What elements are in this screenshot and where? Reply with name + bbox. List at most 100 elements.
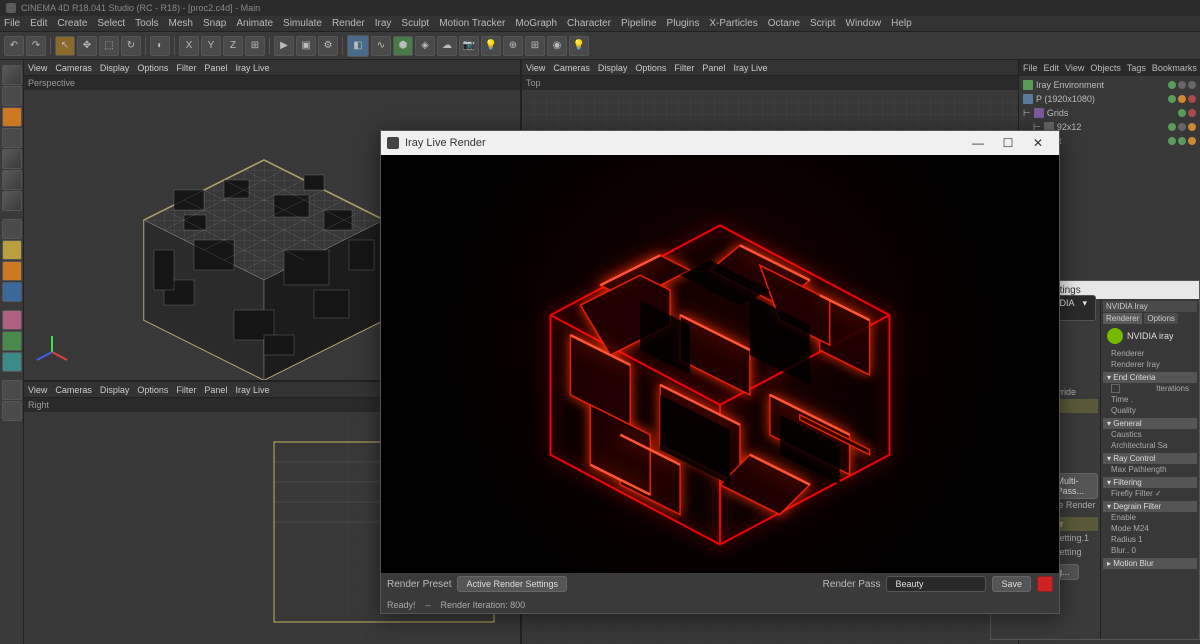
object-row[interactable]: Iray Environment — [1021, 78, 1198, 92]
render-settings-button[interactable]: ⚙ — [318, 36, 338, 56]
model-mode-button[interactable] — [2, 86, 22, 106]
scale-tool[interactable]: ⬚ — [99, 36, 119, 56]
menu-window[interactable]: Window — [846, 18, 882, 29]
renderer-sub-value: Renderer Iray — [1103, 359, 1197, 370]
x-axis-button[interactable]: X — [179, 36, 199, 56]
make-editable-button[interactable] — [2, 65, 22, 85]
panel-tab-file[interactable]: File — [1023, 63, 1038, 73]
panel-tab-edit[interactable]: Edit — [1044, 63, 1060, 73]
tool-l1[interactable] — [2, 219, 22, 239]
group-general[interactable]: ▾ General — [1103, 418, 1197, 429]
group-motion-blur[interactable]: ▸ Motion Blur — [1103, 558, 1197, 569]
menu-tools[interactable]: Tools — [135, 18, 158, 29]
stop-render-button[interactable] — [1037, 576, 1053, 592]
panel-tab-tags[interactable]: Tags — [1127, 63, 1146, 73]
undo-button[interactable]: ↶ — [4, 36, 24, 56]
save-render-button[interactable]: Save — [992, 576, 1031, 592]
viewport-menu-tr[interactable]: ViewCamerasDisplayOptionsFilterPanelIray… — [522, 60, 1018, 76]
iray-render-window: Iray Live Render — ☐ ✕ — [380, 130, 1060, 614]
menu-x-particles[interactable]: X-Particles — [709, 18, 757, 29]
render-status-ready: Ready! — [387, 600, 416, 610]
panel-tab-view[interactable]: View — [1065, 63, 1084, 73]
tool-22[interactable]: ◉ — [547, 36, 567, 56]
tool-5[interactable]: ◐ — [150, 36, 170, 56]
z-axis-button[interactable]: Z — [223, 36, 243, 56]
tool-l6[interactable] — [2, 331, 22, 351]
texture-mode-button[interactable] — [2, 107, 22, 127]
world-axis-button[interactable]: ⊞ — [245, 36, 265, 56]
menu-mesh[interactable]: Mesh — [169, 18, 193, 29]
minimize-button[interactable]: — — [963, 133, 993, 153]
menu-create[interactable]: Create — [57, 18, 87, 29]
render-window-titlebar[interactable]: Iray Live Render — ☐ ✕ — [381, 131, 1059, 155]
object-row[interactable]: P (1920x1080) — [1021, 92, 1198, 106]
tool-l5[interactable] — [2, 310, 22, 330]
menu-animate[interactable]: Animate — [236, 18, 273, 29]
camera-button[interactable]: 📷 — [459, 36, 479, 56]
menu-sculpt[interactable]: Sculpt — [401, 18, 429, 29]
menu-character[interactable]: Character — [567, 18, 611, 29]
group-end-criteria[interactable]: ▾ End Criteria — [1103, 372, 1197, 383]
menu-mograph[interactable]: MoGraph — [515, 18, 557, 29]
maximize-button[interactable]: ☐ — [993, 133, 1023, 153]
viewport-menu-tl[interactable]: ViewCamerasDisplayOptionsFilterPanelIray… — [24, 60, 520, 76]
render-window-icon — [387, 137, 399, 149]
panel-tab-bookmarks[interactable]: Bookmarks — [1152, 63, 1197, 73]
move-tool[interactable]: ✥ — [77, 36, 97, 56]
renderer-tab[interactable]: Renderer — [1103, 313, 1142, 324]
menu-help[interactable]: Help — [891, 18, 912, 29]
nvidia-logo: NVIDIA iray — [1103, 324, 1197, 348]
panel-tabs[interactable]: File Edit View Objects Tags Bookmarks — [1019, 60, 1200, 76]
render-pass-label: Render Pass — [823, 579, 881, 590]
tool-l3[interactable] — [2, 261, 22, 281]
menu-file[interactable]: File — [4, 18, 20, 29]
menu-render[interactable]: Render — [332, 18, 365, 29]
generator-button[interactable]: ⬢ — [393, 36, 413, 56]
render-preset-label: Render Preset — [387, 579, 451, 590]
environment-button[interactable]: ☁ — [437, 36, 457, 56]
render-preset-button[interactable]: Active Render Settings — [457, 576, 567, 592]
tool-l4[interactable] — [2, 282, 22, 302]
panel-tab-objects[interactable]: Objects — [1090, 63, 1121, 73]
group-filtering[interactable]: ▾ Filtering — [1103, 477, 1197, 488]
group-ray-control[interactable]: ▾ Ray Control — [1103, 453, 1197, 464]
menu-octane[interactable]: Octane — [768, 18, 800, 29]
nvidia-iray-tab[interactable]: NVIDIA Iray — [1103, 301, 1197, 312]
tool-20[interactable]: ⊕ — [503, 36, 523, 56]
tool-23[interactable]: 💡 — [569, 36, 589, 56]
tool-l7[interactable] — [2, 352, 22, 372]
polygon-mode-button[interactable] — [2, 191, 22, 211]
tool-l9[interactable] — [2, 401, 22, 421]
menu-snap[interactable]: Snap — [203, 18, 226, 29]
light-button[interactable]: 💡 — [481, 36, 501, 56]
menu-simulate[interactable]: Simulate — [283, 18, 322, 29]
close-button[interactable]: ✕ — [1023, 133, 1053, 153]
menu-select[interactable]: Select — [97, 18, 125, 29]
tool-21[interactable]: ⊞ — [525, 36, 545, 56]
options-tab[interactable]: Options — [1144, 313, 1178, 324]
menu-motion-tracker[interactable]: Motion Tracker — [439, 18, 505, 29]
render-region-button[interactable]: ▣ — [296, 36, 316, 56]
render-pass-select[interactable]: Beauty — [886, 576, 986, 592]
menu-edit[interactable]: Edit — [30, 18, 47, 29]
select-tool[interactable]: ↖ — [55, 36, 75, 56]
workplane-button[interactable] — [2, 128, 22, 148]
object-row[interactable]: ⊢ Grids — [1021, 106, 1198, 120]
rotate-tool[interactable]: ↻ — [121, 36, 141, 56]
redo-button[interactable]: ↷ — [26, 36, 46, 56]
render-button[interactable]: ▶ — [274, 36, 294, 56]
tool-l2[interactable] — [2, 240, 22, 260]
menu-plugins[interactable]: Plugins — [667, 18, 700, 29]
group-degrain[interactable]: ▾ Degrain Filter — [1103, 501, 1197, 512]
tool-l8[interactable] — [2, 380, 22, 400]
cube-primitive-button[interactable]: ◧ — [347, 35, 369, 57]
deformer-button[interactable]: ◈ — [415, 36, 435, 56]
menu-pipeline[interactable]: Pipeline — [621, 18, 657, 29]
main-menu-bar: File Edit Create Select Tools Mesh Snap Animate… — [0, 16, 1200, 32]
spline-button[interactable]: ∿ — [371, 36, 391, 56]
menu-iray[interactable]: Iray — [375, 18, 392, 29]
edge-mode-button[interactable] — [2, 170, 22, 190]
y-axis-button[interactable]: Y — [201, 36, 221, 56]
menu-script[interactable]: Script — [810, 18, 836, 29]
point-mode-button[interactable] — [2, 149, 22, 169]
